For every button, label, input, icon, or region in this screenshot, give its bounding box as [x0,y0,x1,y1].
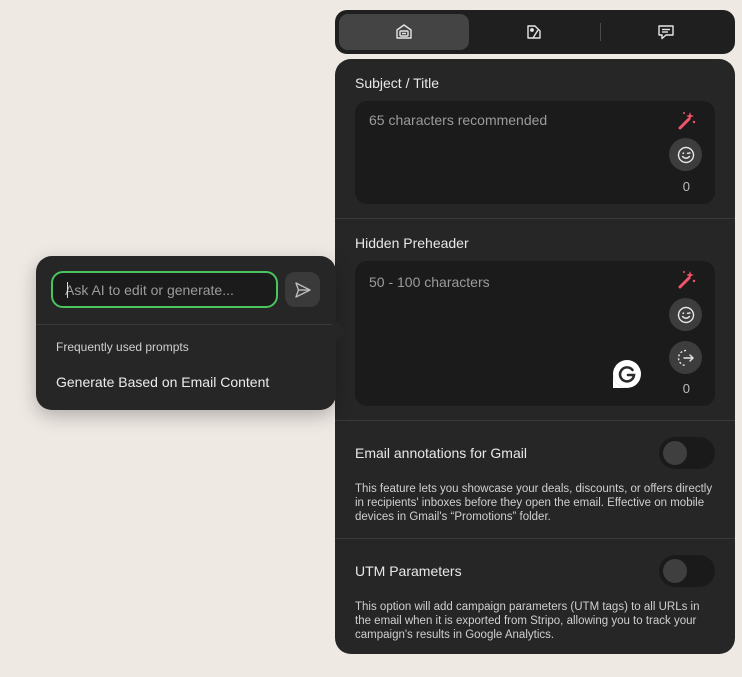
utm-label: UTM Parameters [355,563,462,579]
preheader-section: Hidden Preheader 50 - 100 characters 0 [335,219,735,421]
subject-placeholder: 65 characters recommended [369,112,548,128]
emoji-button[interactable] [669,138,702,171]
subject-char-count: 0 [682,179,690,194]
subject-field[interactable]: 65 characters recommended 0 [355,101,715,204]
gmail-annotations-toggle[interactable] [659,437,715,469]
ai-prompt-input-wrapper[interactable] [51,271,278,308]
subject-label: Subject / Title [355,75,440,91]
comment-icon [658,25,674,40]
toggle-knob [663,441,687,465]
gmail-annotations-description: This feature lets you showcase your deal… [355,483,713,523]
ai-magic-wand-icon[interactable] [675,269,697,291]
gmail-annotations-label: Email annotations for Gmail [355,445,527,461]
email-settings-icon [396,24,412,39]
preheader-label: Hidden Preheader [355,235,469,251]
utm-toggle[interactable] [659,555,715,587]
subject-section: Subject / Title 65 characters recommende… [335,59,735,219]
frequent-prompts-heading: Frequently used prompts [56,340,189,354]
utm-section: UTM Parameters This option will add camp… [335,539,735,654]
insert-preheader-button[interactable] [669,341,702,374]
ai-assistant-popup: Frequently used prompts Generate Based o… [36,256,336,410]
ai-send-button[interactable] [285,272,320,307]
paint-tag-icon [527,25,542,39]
send-icon [294,281,311,298]
ai-magic-wand-icon[interactable] [675,110,697,132]
dashed-arrow-icon [677,349,694,366]
tab-appearance[interactable] [469,14,599,50]
preheader-placeholder: 50 - 100 characters [369,274,490,290]
tab-comments[interactable] [601,14,731,50]
emoji-icon [677,306,694,323]
grammarly-icon[interactable] [612,359,642,389]
tab-email-settings[interactable] [339,14,470,50]
popup-divider [36,324,336,325]
preheader-char-count: 0 [682,381,690,396]
text-caret [67,282,68,298]
emoji-button[interactable] [669,298,702,331]
toggle-knob [663,559,687,583]
email-settings-panel: Subject / Title 65 characters recommende… [335,59,735,654]
gmail-annotations-section: Email annotations for Gmail This feature… [335,421,735,539]
ai-prompt-input[interactable] [65,281,264,298]
utm-description: This option will add campaign parameters… [355,601,700,641]
emoji-icon [677,146,694,163]
settings-tab-bar [335,10,735,54]
preheader-field[interactable]: 50 - 100 characters 0 [355,261,715,406]
prompt-item-generate-from-content[interactable]: Generate Based on Email Content [56,374,269,390]
